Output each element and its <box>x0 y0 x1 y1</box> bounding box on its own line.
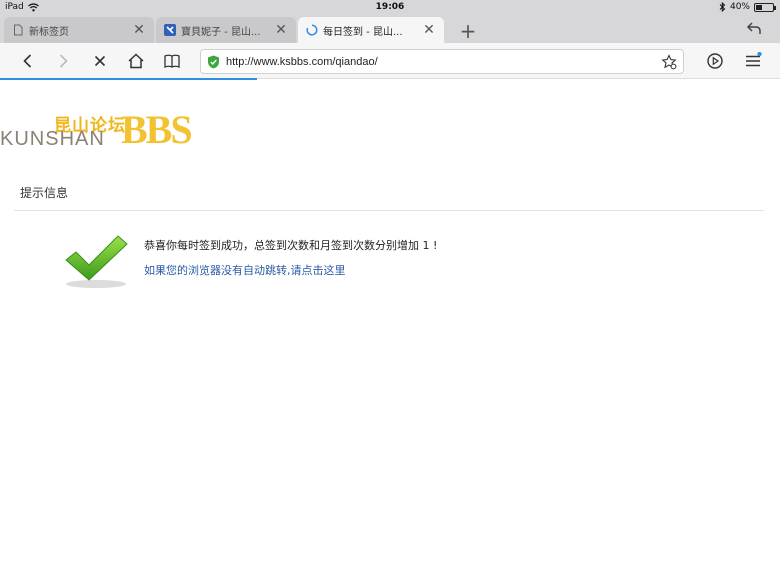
home-button[interactable] <box>127 52 145 70</box>
tab-close-button[interactable]: ✕ <box>422 22 436 38</box>
back-button[interactable] <box>19 52 37 70</box>
logo-bbs-text: BBS <box>121 107 193 152</box>
tab-label: 每日签到 - 昆山... <box>323 26 403 38</box>
battery-level <box>756 4 763 10</box>
page-icon <box>14 24 23 36</box>
tab-daily-checkin[interactable]: 每日签到 - 昆山... ✕ <box>298 17 444 43</box>
section-title: 提示信息 <box>20 186 69 200</box>
menu-icon[interactable] <box>744 52 762 70</box>
redirect-link[interactable]: 如果您的浏览器没有自动跳转,请点击这里 <box>144 262 346 278</box>
bluetooth-icon <box>719 2 726 12</box>
new-tab-button[interactable]: + <box>458 19 478 43</box>
tab-close-button[interactable]: ✕ <box>132 22 146 38</box>
site-favicon <box>164 24 176 36</box>
success-message: 恭喜你每时签到成功，总签到次数和月签到次数分别增加 1 ! <box>144 239 438 252</box>
url-text[interactable]: http://www.ksbbs.com/qiandao/ <box>226 56 378 68</box>
checkmark-icon <box>65 235 128 288</box>
site-logo[interactable]: 昆山论坛 KUNSHAN BBS <box>0 109 230 153</box>
divider <box>14 210 764 211</box>
address-bar[interactable]: http://www.ksbbs.com/qiandao/ <box>200 49 684 74</box>
tab-baobei[interactable]: 寶貝妮子 - 昆山... ✕ <box>156 17 296 43</box>
back-arrow-icon[interactable] <box>746 20 762 36</box>
logo-kunshan-text: KUNSHAN <box>0 128 105 150</box>
battery-icon <box>754 2 776 12</box>
tab-close-button[interactable]: ✕ <box>274 22 288 38</box>
status-bar: iPad 19:06 40% <box>0 0 780 15</box>
tab-label: 新标签页 <box>29 26 69 38</box>
browser-toolbar: http://www.ksbbs.com/qiandao/ <box>0 43 780 79</box>
forward-button[interactable] <box>54 52 72 70</box>
clock: 19:06 <box>375 2 405 12</box>
page-load-progress <box>0 78 258 80</box>
battery-percent: 40% <box>729 2 750 12</box>
play-circle-icon[interactable] <box>706 52 724 70</box>
stop-button[interactable] <box>91 52 109 70</box>
bookmarks-book-icon[interactable] <box>163 52 181 70</box>
loading-spinner-icon <box>306 24 318 36</box>
security-shield-icon <box>208 55 219 69</box>
star-settings-icon[interactable] <box>661 54 677 70</box>
tab-strip: 新标签页 ✕ 寶貝妮子 - 昆山... ✕ 每日签到 - 昆山... ✕ + <box>0 15 780 43</box>
tab-label: 寶貝妮子 - 昆山... <box>181 26 261 38</box>
tab-new-tab-page[interactable]: 新标签页 ✕ <box>4 17 154 43</box>
